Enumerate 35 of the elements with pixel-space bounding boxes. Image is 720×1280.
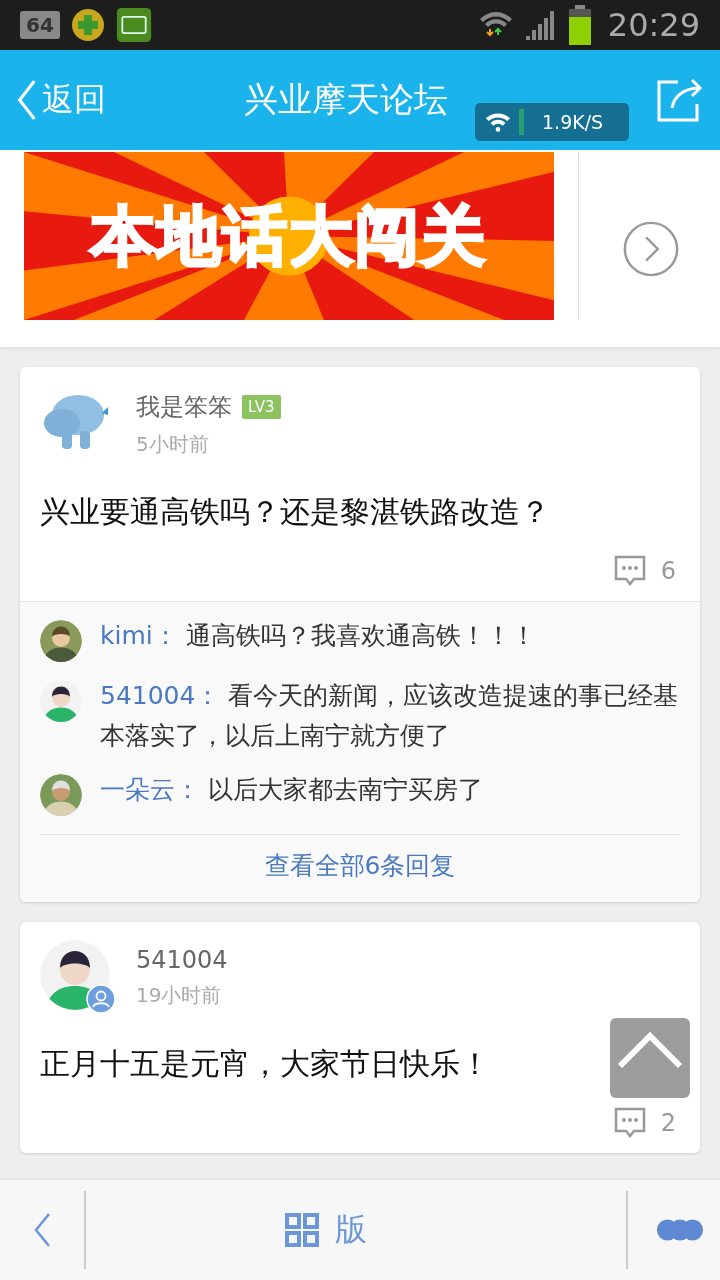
comment-count: 2 xyxy=(660,1109,676,1137)
forum-title: 兴业摩天论坛 xyxy=(244,78,448,121)
net-speed: 1.9K/S xyxy=(542,111,604,133)
reply-author[interactable]: kimi： xyxy=(100,621,178,650)
level-badge: LV3 xyxy=(242,395,281,419)
reply-author[interactable]: 一朵云： xyxy=(100,775,200,804)
wifi-icon xyxy=(485,111,511,133)
video-app-icon xyxy=(115,7,152,43)
scroll-top-button[interactable] xyxy=(610,1018,690,1098)
banner-title: 本地话大闯关 xyxy=(91,197,487,275)
back-button[interactable]: 返回 xyxy=(16,78,106,122)
more-icon[interactable] xyxy=(656,1218,704,1242)
reply-author[interactable]: 541004： xyxy=(100,681,221,710)
comment-icon[interactable] xyxy=(612,1107,647,1139)
next-button[interactable] xyxy=(622,220,680,278)
speed-bar xyxy=(519,109,524,135)
plus-app-icon xyxy=(69,7,106,43)
reply-text: kimi： 通高铁吗？我喜欢通高铁！！！ xyxy=(100,620,536,652)
comment-icon[interactable] xyxy=(612,555,647,587)
battery-icon xyxy=(567,5,592,45)
reply-text: 541004： 看今天的新闻，应该改造提速的事已经基本落实了，以后上南宁就方便了 xyxy=(100,680,680,752)
reply-text: 一朵云： 以后大家都去南宁买房了 xyxy=(100,774,483,806)
post-time: 5小时前 xyxy=(136,431,210,458)
chevron-icon xyxy=(16,79,38,121)
post-text[interactable]: 正月十五是元宵，大家节日快乐！ xyxy=(40,1044,490,1085)
battery-app-icon: 64 xyxy=(20,11,60,39)
author-name[interactable]: 541004 xyxy=(136,946,228,974)
share-icon[interactable] xyxy=(656,78,704,122)
post-text[interactable]: 兴业要通高铁吗？还是黎湛铁路改造？ xyxy=(40,492,550,533)
comment-count: 6 xyxy=(660,557,676,585)
grid-icon xyxy=(285,1213,319,1247)
post-time: 19小时前 xyxy=(136,982,223,1009)
author-name[interactable]: 我是笨笨 xyxy=(136,391,232,423)
view-all-replies-link[interactable]: 查看全部6条回复 xyxy=(40,835,680,896)
clock: 20:29 xyxy=(607,6,700,44)
